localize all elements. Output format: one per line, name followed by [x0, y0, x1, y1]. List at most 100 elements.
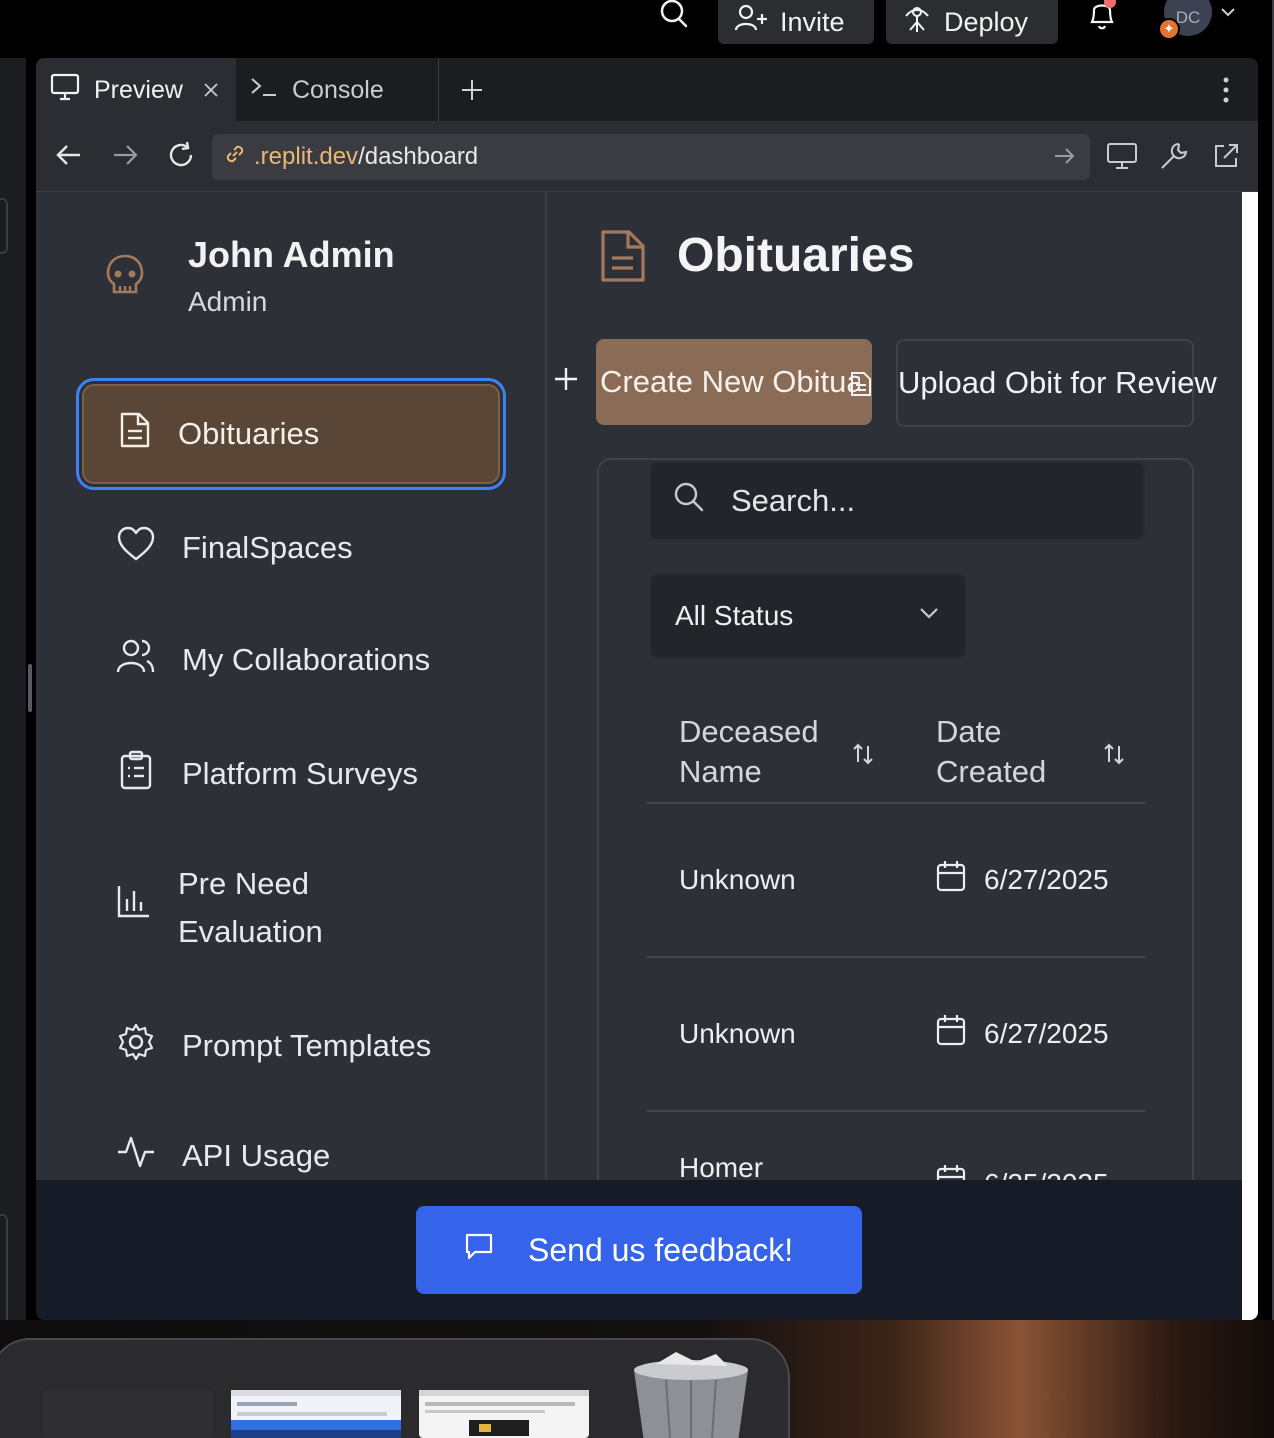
bar-chart-icon	[116, 883, 152, 933]
gear-icon	[116, 1022, 156, 1070]
preview-pane: Preview Console .replit.dev /dashboard J…	[36, 58, 1258, 1320]
workspace-topbar: Invite Deploy DC ✦	[0, 0, 1274, 58]
feedback-label: Send us feedback!	[528, 1231, 794, 1268]
search-input[interactable]: Search...	[649, 461, 1145, 541]
sidebar-item-finalspaces[interactable]: FinalSpaces	[80, 526, 500, 570]
forward-arrow-icon[interactable]	[110, 140, 140, 170]
column-header-deceased-name[interactable]: Deceased Name	[679, 712, 849, 792]
reload-icon[interactable]	[166, 140, 196, 170]
file-text-icon	[118, 411, 152, 457]
column-header-date-created[interactable]: Date Created	[936, 712, 1086, 792]
send-feedback-button[interactable]: Send us feedback!	[416, 1206, 862, 1294]
left-rail	[0, 58, 26, 1358]
scrollbar-track[interactable]	[1242, 192, 1258, 1320]
calendar-icon	[936, 1164, 966, 1180]
obituaries-table-card: Search... All Status Deceased Name Date …	[597, 458, 1194, 1180]
monitor-icon	[50, 73, 80, 108]
date-value: 6/27/2025	[984, 1017, 1109, 1049]
table-divider	[647, 956, 1145, 958]
date-value: 6/27/2025	[984, 863, 1109, 895]
user-name: John Admin	[188, 234, 395, 275]
calendar-icon	[936, 860, 966, 899]
feedback-bar: Send us feedback!	[36, 1180, 1242, 1320]
avatar-badge-icon: ✦	[1158, 18, 1180, 40]
url-field[interactable]: .replit.dev/dashboard	[212, 134, 1090, 180]
sidebar-item-prompt-templates[interactable]: Prompt Templates	[80, 1022, 500, 1070]
file-text-icon	[599, 228, 647, 284]
sidebar-item-label: Platform Surveys	[182, 756, 419, 791]
tab-preview-label: Preview	[94, 75, 183, 104]
status-filter-select[interactable]: All Status	[649, 573, 967, 659]
plus-icon[interactable]	[456, 74, 488, 106]
search-placeholder: Search...	[731, 483, 856, 518]
url-host: .replit.dev	[254, 143, 359, 170]
status-select-value: All Status	[675, 600, 794, 631]
back-arrow-icon[interactable]	[54, 140, 84, 170]
sort-icon[interactable]	[851, 742, 875, 766]
table-cell-date: 6/27/2025	[936, 860, 1109, 899]
tab-bar: Preview Console	[36, 58, 1258, 122]
create-new-obituary-button[interactable]: Create New Obituary	[596, 339, 872, 425]
search-icon	[673, 481, 705, 521]
deploy-icon	[902, 4, 932, 41]
sidebar-item-platform-surveys[interactable]: Platform Surveys	[80, 750, 500, 798]
sidebar-item-label: Pre Need Evaluation	[178, 866, 323, 949]
table-cell-date: 6/25/2025	[936, 1164, 1109, 1180]
sidebar: John Admin Admin Obituaries FinalSpaces	[36, 192, 547, 1180]
more-vertical-icon[interactable]	[1214, 74, 1238, 106]
tab-console-label: Console	[292, 75, 384, 104]
calendar-icon	[936, 1014, 966, 1053]
table-cell-name[interactable]: Unknown	[679, 864, 796, 896]
go-arrow-icon[interactable]	[1052, 144, 1076, 175]
resize-handle[interactable]	[28, 664, 32, 712]
screen: Invite Deploy DC ✦ Preview Console .repl…	[0, 0, 1274, 1438]
skull-icon	[102, 252, 148, 298]
sort-icon[interactable]	[1102, 742, 1126, 766]
sidebar-item-pre-need-evaluation[interactable]: Pre Need Evaluation	[80, 860, 500, 956]
url-path: /dashboard	[358, 143, 479, 170]
dock-window-thumbnail[interactable]	[231, 1390, 401, 1438]
plus-icon	[553, 366, 579, 392]
page-title: Obituaries	[677, 229, 915, 282]
user-role: Admin	[188, 286, 268, 317]
chevron-down-icon[interactable]	[1218, 2, 1238, 22]
trash-icon[interactable]	[626, 1350, 756, 1438]
sidebar-item-label: My Collaborations	[182, 642, 431, 677]
table-divider	[647, 1110, 1145, 1112]
create-button-label: Create New Obituary	[600, 364, 860, 399]
deploy-label: Deploy	[944, 6, 1029, 37]
sidebar-item-label: Prompt Templates	[182, 1028, 432, 1063]
tab-preview[interactable]: Preview	[36, 58, 236, 122]
add-user-icon	[734, 4, 768, 41]
table-cell-name[interactable]: Homer	[679, 1152, 763, 1180]
deploy-button[interactable]: Deploy	[886, 0, 1058, 44]
table-cell-date: 6/27/2025	[936, 1014, 1109, 1053]
invite-button[interactable]: Invite	[718, 0, 874, 44]
table-divider	[647, 802, 1145, 804]
upload-obit-button[interactable]: Upload Obit for Review	[896, 339, 1217, 427]
devices-icon[interactable]	[1106, 140, 1138, 172]
close-icon[interactable]	[203, 76, 219, 105]
activity-icon	[116, 1134, 156, 1178]
sidebar-item-api-usage[interactable]: API Usage	[80, 1134, 500, 1178]
sidebar-item-obituaries[interactable]: Obituaries	[82, 384, 500, 484]
sidebar-item-my-collaborations[interactable]: My Collaborations	[80, 638, 500, 682]
link-icon	[222, 141, 248, 174]
tab-console[interactable]: Console	[236, 58, 439, 122]
window-edge	[1258, 0, 1274, 1334]
chevron-down-icon	[917, 600, 941, 632]
app-viewport: John Admin Admin Obituaries FinalSpaces	[36, 192, 1242, 1180]
search-icon[interactable]	[656, 0, 692, 30]
wrench-icon[interactable]	[1158, 140, 1190, 172]
external-link-icon[interactable]	[1210, 140, 1242, 172]
main-content: Obituaries Create New Obituary Upload Ob…	[549, 192, 1242, 1180]
table-cell-name[interactable]: Unknown	[679, 1018, 796, 1050]
message-icon	[464, 1231, 494, 1269]
heart-icon	[116, 526, 156, 570]
upload-button-label: Upload Obit for Review	[898, 365, 1217, 400]
sidebar-item-label: FinalSpaces	[182, 530, 353, 565]
dock-window-thumbnail[interactable]	[419, 1390, 589, 1438]
sidebar-item-label: Obituaries	[178, 416, 320, 451]
dock-window-thumbnail[interactable]	[43, 1390, 213, 1438]
terminal-icon	[250, 75, 278, 106]
